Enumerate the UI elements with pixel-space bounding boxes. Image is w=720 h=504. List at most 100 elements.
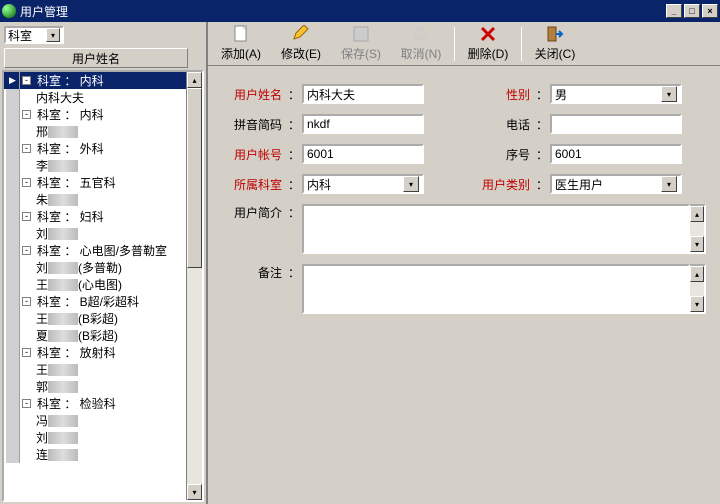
tree-group-row[interactable]: -科室 ： 检验科 xyxy=(4,395,186,412)
collapse-icon[interactable]: - xyxy=(22,212,31,221)
maximize-button[interactable]: □ xyxy=(684,4,700,18)
new-file-icon xyxy=(232,25,250,43)
dept-filter-dropdown[interactable]: 科室 ▾ xyxy=(4,26,64,44)
row-label: 科室 ： 外科 xyxy=(35,140,104,157)
dept-dropdown[interactable]: 内科▾ xyxy=(302,174,424,194)
redacted-text xyxy=(48,126,78,138)
minimize-button[interactable]: _ xyxy=(666,4,682,18)
redacted-text xyxy=(48,330,78,342)
row-label: 刘 xyxy=(22,225,48,242)
toolbar-separator xyxy=(454,27,455,61)
tree-item-row[interactable]: 刘 xyxy=(4,429,186,446)
add-button[interactable]: 添加(A) xyxy=(214,23,268,64)
redacted-text xyxy=(48,381,78,393)
tree-item-row[interactable]: 李 xyxy=(4,157,186,174)
row-label: 刘 xyxy=(22,259,48,276)
collapse-icon[interactable]: - xyxy=(22,110,31,119)
edit-button[interactable]: 修改(E) xyxy=(274,23,328,64)
redacted-text xyxy=(48,449,78,461)
chevron-down-icon: ▾ xyxy=(661,86,677,102)
account-field[interactable] xyxy=(302,144,424,164)
collapse-icon[interactable]: - xyxy=(22,144,31,153)
tree-group-row[interactable]: -科室 ： 外科 xyxy=(4,140,186,157)
user-tree[interactable]: ▶-科室 ： 内科内科大夫-科室 ： 内科邢-科室 ： 外科李-科室 ： 五官科… xyxy=(4,72,186,500)
row-label: 邢 xyxy=(22,123,48,140)
tree-item-row[interactable]: 冯 xyxy=(4,412,186,429)
delete-button[interactable]: 删除(D) xyxy=(461,23,515,64)
row-label: 科室 ： 妇科 xyxy=(35,208,104,225)
collapse-icon[interactable]: - xyxy=(22,246,31,255)
tree-item-row[interactable]: 王 xyxy=(4,361,186,378)
row-label: 内科大夫 xyxy=(22,89,84,106)
redacted-text xyxy=(48,279,78,291)
tree-item-row[interactable]: 刘 xyxy=(4,225,186,242)
gender-dropdown[interactable]: 男▾ xyxy=(550,84,682,104)
toolbar: 添加(A) 修改(E) 保存(S) 取消(N) 删除(D) 关 xyxy=(208,22,720,66)
tree-scrollbar[interactable]: ▴ ▾ xyxy=(186,72,202,500)
tree-item-row[interactable]: 郭 xyxy=(4,378,186,395)
label-intro: 用户简介 xyxy=(222,204,282,221)
redacted-text xyxy=(48,194,78,206)
label-dept: 所属科室 xyxy=(222,176,282,193)
tree-item-row[interactable]: 夏(B彩超) xyxy=(4,327,186,344)
collapse-icon[interactable]: - xyxy=(22,297,31,306)
row-label: 王 xyxy=(22,276,48,293)
tree-item-row[interactable]: 朱 xyxy=(4,191,186,208)
redacted-text xyxy=(48,262,78,274)
tree-item-row[interactable]: 王(B彩超) xyxy=(4,310,186,327)
collapse-icon[interactable]: - xyxy=(22,399,31,408)
cancel-button: 取消(N) xyxy=(394,23,448,64)
tree-column-header: 用户姓名 xyxy=(4,48,188,68)
phone-field[interactable] xyxy=(550,114,682,134)
usertype-dropdown[interactable]: 医生用户▾ xyxy=(550,174,682,194)
row-label: 科室 ： 内科 xyxy=(35,106,104,123)
close-panel-button[interactable]: 关闭(C) xyxy=(528,23,582,64)
tree-group-row[interactable]: -科室 ： 心电图/多普勒室 xyxy=(4,242,186,259)
label-pinyin: 拼音简码 xyxy=(222,116,282,133)
intro-textarea[interactable] xyxy=(302,204,690,254)
row-label: 李 xyxy=(22,157,48,174)
collapse-icon[interactable]: - xyxy=(22,76,31,85)
app-icon xyxy=(2,4,16,18)
tree-group-row[interactable]: -科室 ： 妇科 xyxy=(4,208,186,225)
collapse-icon[interactable]: - xyxy=(22,178,31,187)
door-exit-icon xyxy=(546,25,564,43)
close-button[interactable]: × xyxy=(702,4,718,18)
row-label: 科室 ： 放射科 xyxy=(35,344,116,361)
window-title: 用户管理 xyxy=(20,3,68,20)
label-phone: 电话 xyxy=(470,116,530,133)
tree-group-row[interactable]: -科室 ： B超/彩超科 xyxy=(4,293,186,310)
row-label: 科室 ： 检验科 xyxy=(35,395,116,412)
intro-scrollbar[interactable]: ▴▾ xyxy=(690,204,706,254)
username-field[interactable] xyxy=(302,84,424,104)
pencil-icon xyxy=(292,25,310,43)
tree-group-row[interactable]: ▶-科室 ： 内科 xyxy=(4,72,186,89)
tree-item-row[interactable]: 邢 xyxy=(4,123,186,140)
pinyin-field[interactable] xyxy=(302,114,424,134)
redacted-text xyxy=(48,415,78,427)
label-remark: 备注 xyxy=(222,264,282,281)
chevron-down-icon: ▾ xyxy=(46,28,60,42)
delete-x-icon xyxy=(479,25,497,43)
remark-textarea[interactable] xyxy=(302,264,690,314)
scroll-up-icon[interactable]: ▴ xyxy=(187,72,202,88)
tree-item-row[interactable]: 内科大夫 xyxy=(4,89,186,106)
save-button: 保存(S) xyxy=(334,23,388,64)
tree-group-row[interactable]: -科室 ： 放射科 xyxy=(4,344,186,361)
redacted-text xyxy=(48,160,78,172)
remark-scrollbar[interactable]: ▴▾ xyxy=(690,264,706,314)
title-bar: 用户管理 _ □ × xyxy=(0,0,720,22)
seq-field[interactable] xyxy=(550,144,682,164)
row-label: 科室 ： 心电图/多普勒室 xyxy=(35,242,167,259)
scroll-down-icon[interactable]: ▾ xyxy=(187,484,202,500)
row-label: 科室 ： 内科 xyxy=(35,72,104,89)
collapse-icon[interactable]: - xyxy=(22,348,31,357)
tree-item-row[interactable]: 刘(多普勒) xyxy=(4,259,186,276)
scroll-thumb[interactable] xyxy=(187,88,202,268)
tree-group-row[interactable]: -科室 ： 内科 xyxy=(4,106,186,123)
row-label: 科室 ： B超/彩超科 xyxy=(35,293,139,310)
tree-group-row[interactable]: -科室 ： 五官科 xyxy=(4,174,186,191)
chevron-down-icon: ▾ xyxy=(661,176,677,192)
tree-item-row[interactable]: 连 xyxy=(4,446,186,463)
tree-item-row[interactable]: 王(心电图) xyxy=(4,276,186,293)
